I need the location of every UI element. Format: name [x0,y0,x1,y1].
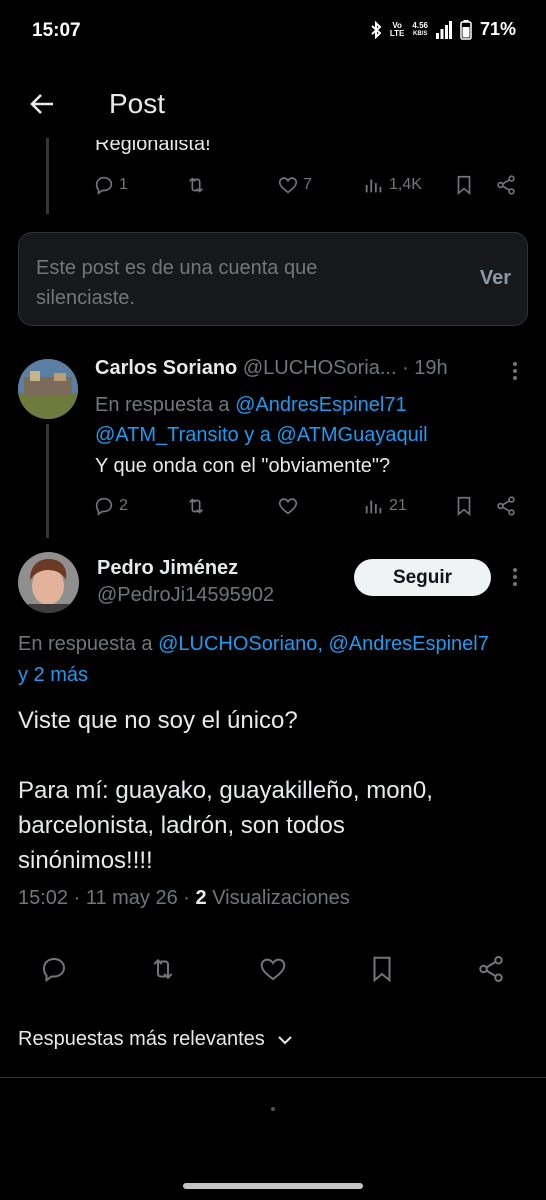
arrow-left-icon [30,94,53,114]
views-button[interactable]: 21 [363,495,407,517]
page-title: Post [109,88,166,119]
views-count: 2 [195,887,207,909]
share-icon [497,496,515,516]
heart-icon [278,177,298,194]
battery-percent: 71% [479,19,516,39]
avatar-image [18,359,78,419]
reply-icon[interactable] [39,954,69,984]
repost-icon[interactable] [148,954,178,984]
mention-link[interactable]: @LUCHOSoriano, @AndresEspinel7 [158,633,489,655]
replies-sort-label: Respuestas más relevantes [18,1028,265,1050]
reply-count: 2 [119,497,128,514]
post-text-line: Viste que no soy el único? [18,707,298,734]
author-name[interactable]: Pedro Jiménez [97,557,238,580]
bluetooth-icon [371,20,382,39]
muted-post-notice: Este post es de una cuenta que silencias… [18,232,528,326]
network-speed: 4.56 KB/S [412,20,428,38]
mention-link[interactable]: @ATMGuayaquil [276,424,427,446]
mention-join: y a [244,424,271,446]
replying-prefix: En respuesta a [95,394,230,416]
author-handle[interactable]: @PedroJi14595902 [97,584,274,607]
chevron-down-icon [278,1035,292,1044]
main-post-actions [0,948,546,992]
divider [0,1077,546,1078]
status-time: 15:07 [32,20,81,41]
post-time: · 19h [402,357,448,379]
status-icons: Vo LTE 4.56 KB/S 71% [370,19,516,40]
volte-indicator: Vo LTE [389,21,405,38]
views-button[interactable]: 1,4K [363,174,422,196]
reply-count: 1 [119,176,128,193]
bookmark-icon [457,175,471,196]
status-bar: 15:07 Vo LTE 4.56 KB/S 71% [0,0,546,64]
signal-icon [435,20,452,39]
avatar-image [18,552,79,613]
mention-link[interactable]: @ATM_Transito [95,424,239,446]
reply-button[interactable]: 2 [93,495,128,517]
reply-button[interactable]: 1 [93,174,128,196]
post-body: Viste que no soy el único? Para mí: guay… [18,703,538,878]
share-button[interactable] [495,174,517,196]
net-speed-value: 4.56 [412,20,428,30]
repost-icon [188,498,204,514]
home-indicator[interactable] [183,1183,363,1189]
battery-icon [460,19,472,40]
bookmark-button[interactable] [453,495,475,517]
author-handle[interactable]: @LUCHOSoria... [243,357,397,379]
top-bar: Post [0,72,546,136]
author-name[interactable]: Carlos Soriano [95,357,237,379]
repost-button[interactable] [185,174,207,196]
more-options-button[interactable] [505,361,525,381]
loading-indicator [271,1107,275,1111]
mention-link[interactable]: @AndresEspinel71 [235,394,407,416]
muted-notice-text: Este post es de una cuenta que silencias… [36,257,318,309]
heart-icon [278,498,298,515]
more-options-button[interactable] [505,567,525,587]
volte-bottom: LTE [389,28,405,38]
post-text-line: Para mí: guayako, guayakilleño, mon0, [18,777,433,804]
reply-icon [95,176,113,195]
views-count: 1,4K [389,176,422,193]
reply-post-actions: 2 21 [93,493,523,523]
share-button[interactable] [495,495,517,517]
back-button[interactable] [24,86,60,122]
analytics-icon [365,500,382,514]
share-icon [497,175,515,195]
replying-to: En respuesta a @AndresEspinel71 @ATM_Tra… [95,390,525,450]
avatar[interactable] [18,552,79,613]
previous-post-text-clip: Regionalista! [0,140,546,157]
bookmark-icon [457,496,471,517]
view-muted-button[interactable]: Ver [480,267,511,290]
follow-button[interactable]: Seguir [354,559,491,596]
previous-post-text: Regionalista! [95,140,211,155]
replies-sort-dropdown[interactable]: Respuestas más relevantes [18,1028,293,1051]
post-text-line: sinónimos!!!! [18,847,153,874]
analytics-icon [365,179,382,193]
post-text: Y que onda con el "obviamente"? [95,455,391,477]
more-mentions-link[interactable]: y 2 más [18,664,88,686]
previous-post-actions: 1 7 1,4K [93,172,523,202]
like-button[interactable] [277,495,299,517]
heart-icon[interactable] [258,954,288,984]
thread-line [46,424,49,538]
reply-icon [95,497,113,516]
views-count: 21 [389,497,407,514]
bookmark-button[interactable] [453,174,475,196]
replying-to: En respuesta a @LUCHOSoriano, @AndresEsp… [18,629,546,691]
post-meta: 15:02 · 11 may 26 · 2 Visualizaciones [18,887,350,910]
post-text-line: barcelonista, ladrón, son todos [18,812,345,839]
repost-icon [188,177,204,193]
share-icon[interactable] [476,954,506,984]
net-speed-unit: KB/S [413,30,428,37]
replying-prefix: En respuesta a [18,633,153,655]
post-timestamp[interactable]: 15:02 · 11 may 26 · [18,887,190,909]
reply-header: Carlos Soriano @LUCHOSoria... · 19h [95,357,448,380]
like-button[interactable]: 7 [277,174,312,196]
like-count: 7 [303,176,312,193]
repost-button[interactable] [185,495,207,517]
views-label: Visualizaciones [212,887,350,909]
bookmark-icon[interactable] [367,954,397,984]
avatar[interactable] [18,359,78,419]
